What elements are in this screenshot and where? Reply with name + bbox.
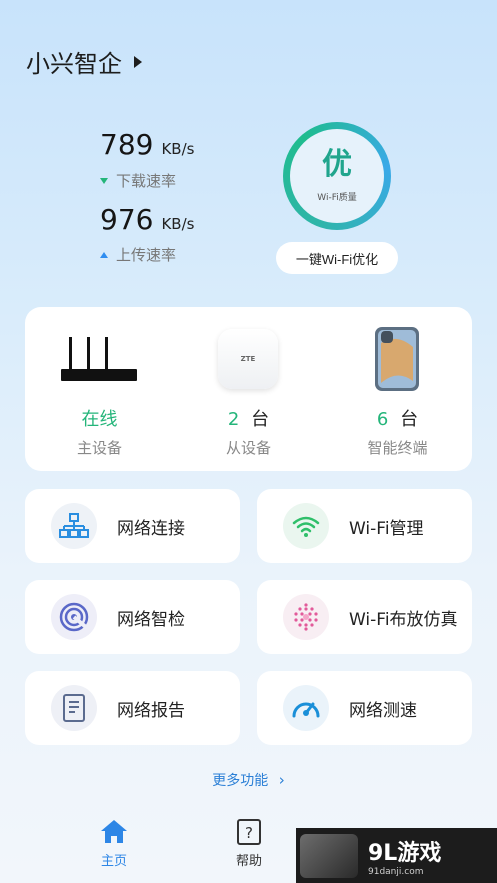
network-report-label: 网络报告 <box>117 700 185 721</box>
satellite-count-row: 2 台 <box>174 405 323 431</box>
chevron-right-icon: › <box>278 771 285 789</box>
network-report-tile[interactable]: 网络报告 <box>25 671 240 745</box>
wifi-optimize-button[interactable]: 一键Wi-Fi优化 <box>276 242 398 274</box>
terminal-unit: 台 <box>400 409 419 430</box>
svg-text:?: ? <box>245 824 253 842</box>
network-check-tile[interactable]: 网络智检 <box>25 580 240 654</box>
main-device-status: 在线 <box>81 409 118 430</box>
more-functions-link[interactable]: 更多功能 › <box>0 770 497 790</box>
watermark-emblem <box>300 833 358 878</box>
speedometer-icon <box>283 685 329 731</box>
mesh-node-icon: ZTE <box>218 329 278 389</box>
terminal-label: 智能终端 <box>367 439 428 457</box>
speed-test-tile[interactable]: 网络测速 <box>257 671 472 745</box>
network-connection-tile[interactable]: 网络连接 <box>25 489 240 563</box>
network-topology-icon <box>51 503 97 549</box>
download-speed-label: 下载速率 <box>116 172 177 190</box>
phone-icon <box>375 327 419 391</box>
main-device[interactable]: 在线 主设备 <box>25 307 174 471</box>
nav-help-label: 帮助 <box>235 854 262 869</box>
wifi-icon <box>283 503 329 549</box>
upload-speed-label: 上传速率 <box>116 246 177 264</box>
watermark-site: 91danji.com <box>368 866 424 877</box>
wifi-quality-label: Wi-Fi质量 <box>317 192 357 203</box>
mesh-node-brand: ZTE <box>240 355 256 363</box>
wifi-management-label: Wi-Fi管理 <box>349 518 424 539</box>
download-speed-label-row: 下载速率 <box>100 170 176 191</box>
watermark-banner: 9L游戏 91danji.com <box>296 828 497 883</box>
download-speed: 789 KB/s <box>100 128 194 161</box>
network-check-label: 网络智检 <box>117 609 185 630</box>
wifi-simulation-tile[interactable]: Wi-Fi布放仿真 <box>257 580 472 654</box>
terminal-count-row: 6 台 <box>323 405 472 431</box>
speed-test-label: 网络测速 <box>349 700 417 721</box>
page-title: 小兴智企 <box>26 50 122 78</box>
download-arrow-icon <box>100 177 108 184</box>
download-speed-value: 789 <box>100 128 154 161</box>
satellite-label: 从设备 <box>225 439 271 457</box>
satellite-unit: 台 <box>251 409 270 430</box>
wifi-heatmap-icon <box>283 594 329 640</box>
wifi-quality-gauge[interactable]: 优 Wi-Fi质量 <box>283 122 391 230</box>
router-icon <box>61 337 137 381</box>
upload-speed-unit: KB/s <box>161 215 195 233</box>
download-speed-unit: KB/s <box>161 140 195 158</box>
upload-speed-value: 976 <box>100 203 154 236</box>
nav-home[interactable]: 主页 <box>92 818 136 869</box>
wifi-quality-grade: 优 <box>322 146 352 182</box>
satellite-count: 2 <box>227 409 240 430</box>
device-name-header[interactable]: 小兴智企 <box>26 44 142 79</box>
more-functions-label: 更多功能 <box>212 773 269 789</box>
smart-terminals[interactable]: 6 台 智能终端 <box>323 307 472 471</box>
satellite-devices[interactable]: ZTE 2 台 从设备 <box>174 307 323 471</box>
nav-help[interactable]: ? 帮助 <box>227 818 271 869</box>
upload-speed-label-row: 上传速率 <box>100 244 176 265</box>
devices-card: 在线 主设备 ZTE 2 台 从设备 6 台 智能终端 <box>25 307 472 471</box>
watermark-brand: 9L游戏 <box>368 840 442 866</box>
network-check-icon <box>51 594 97 640</box>
terminal-count: 6 <box>376 409 389 430</box>
wifi-management-tile[interactable]: Wi-Fi管理 <box>257 489 472 563</box>
upload-speed: 976 KB/s <box>100 203 194 236</box>
home-icon <box>101 820 127 843</box>
network-connection-label: 网络连接 <box>117 518 185 539</box>
upload-arrow-icon <box>100 251 108 258</box>
main-device-label: 主设备 <box>76 439 122 457</box>
report-icon <box>51 685 97 731</box>
chevron-right-icon <box>134 55 142 68</box>
help-icon: ? <box>237 819 261 845</box>
nav-home-label: 主页 <box>100 854 127 869</box>
wifi-simulation-label: Wi-Fi布放仿真 <box>349 609 458 630</box>
